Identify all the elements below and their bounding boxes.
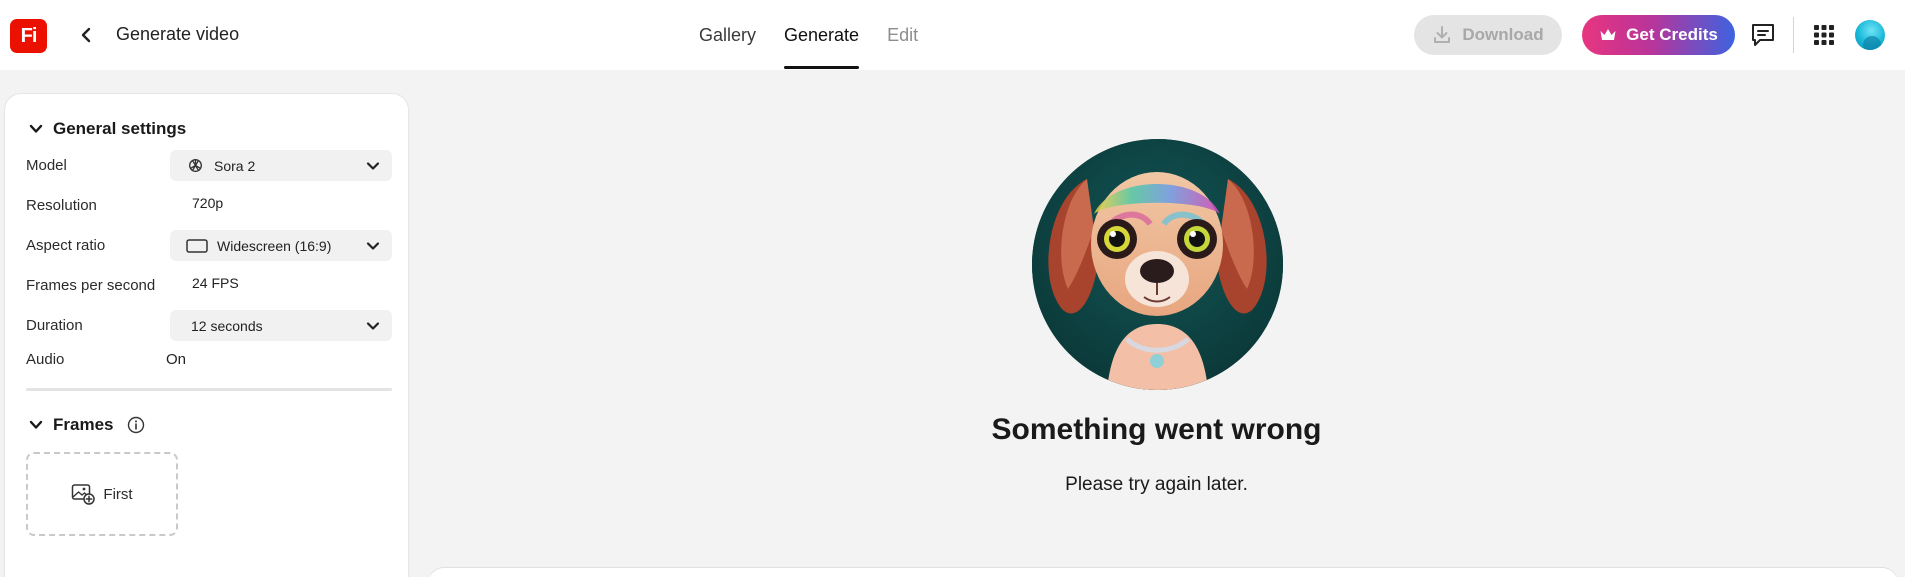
aspect-ratio-label: Aspect ratio	[26, 237, 106, 254]
main-tabs: Gallery Generate Edit	[685, 0, 932, 70]
error-title: Something went wrong	[991, 413, 1322, 446]
settings-panel: General settings Model Sora 2 Resolution…	[5, 94, 408, 577]
chevron-down-icon	[366, 162, 380, 170]
crown-icon	[1600, 29, 1616, 40]
fps-value: 24 FPS	[192, 275, 239, 291]
model-value: Sora 2	[214, 157, 256, 174]
chevron-down-icon	[366, 322, 380, 330]
aspect-ratio-value: Widescreen (16:9)	[217, 237, 332, 254]
general-settings-heading: General settings	[53, 119, 187, 138]
fps-label: Frames per second	[26, 277, 156, 294]
tab-edit[interactable]: Edit	[873, 0, 932, 70]
duration-value: 12 seconds	[191, 317, 263, 334]
tab-gallery[interactable]: Gallery	[685, 0, 770, 70]
duration-select[interactable]: 12 seconds	[170, 310, 392, 341]
page-title: Generate video	[116, 24, 240, 44]
audio-label: Audio	[26, 351, 65, 368]
chevron-down-icon	[366, 242, 380, 250]
get-credits-label: Get Credits	[1626, 25, 1718, 44]
chat-icon	[1752, 24, 1774, 46]
toolbar-divider	[1793, 17, 1794, 53]
app-grid-icon	[1814, 25, 1834, 45]
section-divider	[26, 388, 392, 391]
error-illustration	[1032, 139, 1283, 390]
model-label: Model	[26, 157, 67, 174]
widescreen-icon	[186, 238, 208, 253]
chevron-down-icon	[29, 124, 43, 133]
prompt-panel	[428, 568, 1898, 577]
error-message: Please try again later.	[1065, 474, 1248, 495]
feedback-button[interactable]	[1750, 22, 1776, 48]
openai-icon	[189, 159, 202, 172]
apps-button[interactable]	[1813, 24, 1835, 46]
dog-illustration	[1032, 139, 1283, 390]
resolution-label: Resolution	[26, 197, 97, 214]
chevron-left-icon	[81, 27, 91, 43]
general-settings-toggle[interactable]: General settings	[29, 119, 186, 139]
audio-value[interactable]: On	[166, 351, 186, 368]
download-label: Download	[1462, 25, 1544, 44]
top-bar: Fi Generate video Gallery Generate Edit …	[0, 0, 1905, 70]
user-avatar[interactable]	[1855, 20, 1885, 50]
app-logo[interactable]: Fi	[10, 19, 47, 53]
duration-label: Duration	[26, 317, 83, 334]
aspect-ratio-select[interactable]: Widescreen (16:9)	[170, 230, 392, 261]
back-button[interactable]	[75, 24, 97, 46]
download-button[interactable]: Download	[1414, 15, 1562, 55]
tab-generate[interactable]: Generate	[770, 0, 873, 70]
get-credits-button[interactable]: Get Credits	[1582, 15, 1735, 55]
resolution-value: 720p	[192, 195, 224, 211]
download-icon	[1434, 26, 1451, 43]
model-select[interactable]: Sora 2	[170, 150, 392, 181]
